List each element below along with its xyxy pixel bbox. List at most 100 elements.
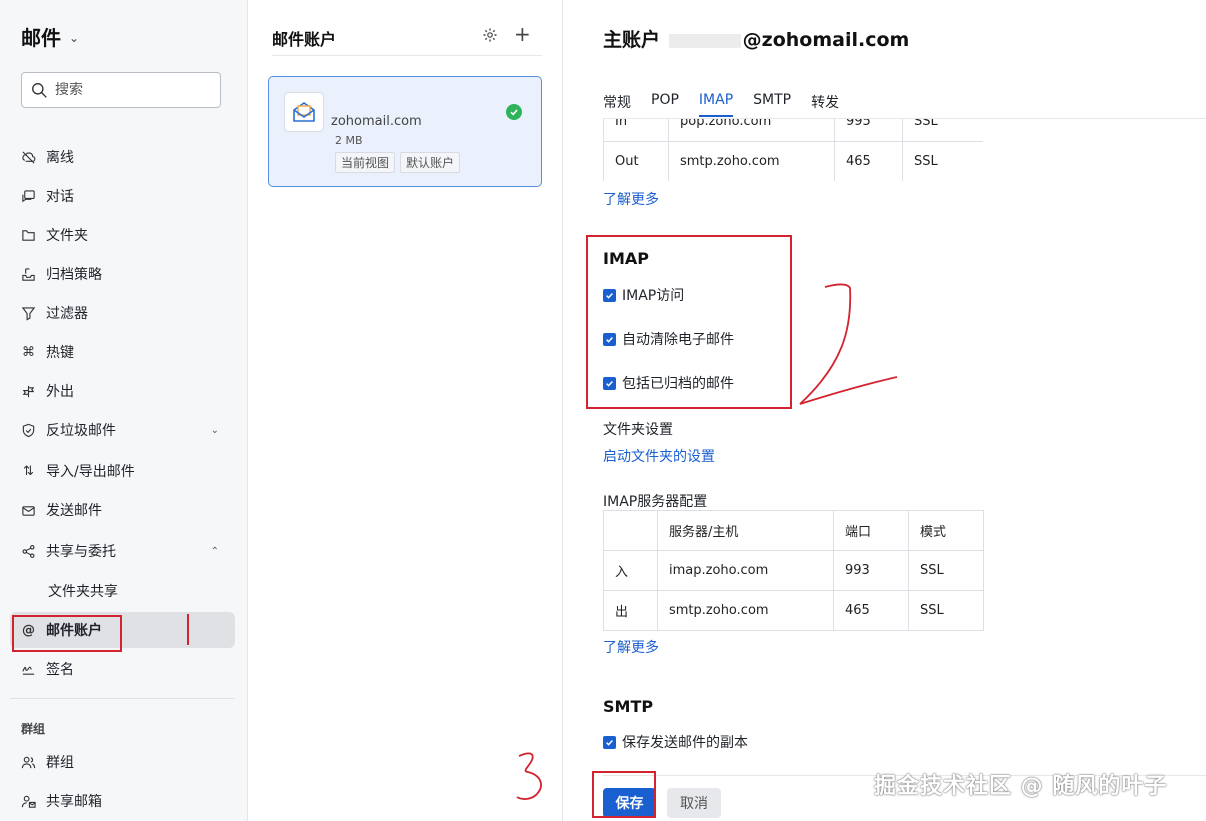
annotation-box-save bbox=[592, 771, 656, 818]
learn-more-link-imap[interactable]: 了解更多 bbox=[603, 637, 659, 657]
sidebar-item-import-export[interactable]: ⇅ 导入/导出邮件 bbox=[10, 453, 235, 489]
tab-pop[interactable]: POP bbox=[651, 92, 679, 117]
search-input[interactable] bbox=[55, 82, 205, 98]
account-card[interactable]: zohomail.com 2 MB 当前视图 默认账户 bbox=[268, 76, 542, 187]
settings-sidebar: 邮件 ⌄ 离线 对话 文件夹 归档策略 过滤器 bbox=[0, 0, 248, 821]
gear-icon[interactable] bbox=[482, 27, 498, 43]
folder-settings-link[interactable]: 启动文件夹的设置 bbox=[603, 446, 715, 466]
annotation-box-mail-accounts bbox=[12, 615, 122, 652]
page-title-prefix: 主账户 bbox=[603, 29, 661, 51]
sidebar-item-send-mail[interactable]: 发送邮件 bbox=[10, 492, 235, 528]
imap-server-config-label: IMAP服务器配置 bbox=[603, 494, 708, 510]
sidebar-item-label: 过滤器 bbox=[46, 306, 88, 322]
add-account-icon[interactable]: + bbox=[514, 22, 531, 46]
sidebar-item-label: 离线 bbox=[46, 150, 74, 166]
tag-current-view: 当前视图 bbox=[335, 152, 396, 173]
table-cell: SSL bbox=[902, 119, 983, 142]
table-cell: 入 bbox=[603, 550, 658, 591]
tab-general[interactable]: 常规 bbox=[603, 92, 631, 117]
sidebar-item-folder-sharing[interactable]: 文件夹共享 bbox=[10, 573, 235, 609]
table-header-cell bbox=[603, 510, 658, 551]
shield-icon bbox=[21, 423, 36, 438]
page-title: 主账户 @zohomail.com bbox=[603, 25, 909, 52]
table-cell: SSL bbox=[908, 590, 984, 631]
settings-tabs: 常规 POP IMAP SMTP 转发 bbox=[603, 92, 859, 117]
table-cell: pop.zoho.com bbox=[668, 119, 835, 142]
sidebar-item-label: 外出 bbox=[46, 384, 74, 400]
folder-settings-label: 文件夹设置 bbox=[603, 422, 673, 438]
learn-more-link-pop[interactable]: 了解更多 bbox=[603, 189, 659, 209]
sidebar-section-groups: 群组 bbox=[21, 722, 46, 736]
table-header-cell: 端口 bbox=[833, 510, 909, 551]
page-title-email: @zohomail.com bbox=[742, 29, 910, 51]
redacted-username bbox=[668, 33, 741, 48]
annotation-box-imap bbox=[586, 235, 792, 409]
sidebar-item-folder[interactable]: 文件夹 bbox=[10, 217, 235, 253]
sidebar-item-label: 反垃圾邮件 bbox=[46, 423, 116, 439]
table-header-cell: 模式 bbox=[908, 510, 984, 551]
tab-smtp[interactable]: SMTP bbox=[753, 92, 791, 117]
check-circle-icon bbox=[506, 104, 522, 120]
sidebar-item-groups[interactable]: 群组 bbox=[10, 744, 235, 780]
folder-icon bbox=[21, 228, 36, 243]
sidebar-item-label: 共享邮箱 bbox=[46, 794, 102, 810]
pop-server-table: In pop.zoho.com 995 SSL Out smtp.zoho.co… bbox=[603, 119, 983, 181]
sidebar-item-antispam[interactable]: 反垃圾邮件 ⌄ bbox=[10, 412, 235, 448]
chevron-up-icon: ⌃ bbox=[210, 545, 219, 557]
sidebar-item-label: 群组 bbox=[46, 755, 74, 771]
filter-icon bbox=[21, 306, 36, 321]
offline-icon bbox=[21, 150, 36, 165]
send-mail-icon bbox=[21, 503, 36, 518]
sidebar-item-share-delegate[interactable]: 共享与委托 ⌃ bbox=[10, 533, 235, 569]
archive-icon bbox=[21, 267, 36, 282]
table-row: 出 smtp.zoho.com 465 SSL bbox=[603, 590, 984, 631]
import-export-icon: ⇅ bbox=[23, 463, 34, 479]
search-box bbox=[21, 72, 221, 108]
sidebar-item-archive-policy[interactable]: 归档策略 bbox=[10, 256, 235, 292]
sidebar-item-signature[interactable]: 签名 bbox=[10, 651, 235, 687]
account-storage-size: 2 MB bbox=[335, 134, 363, 147]
table-cell: SSL bbox=[908, 550, 984, 591]
out-of-office-icon bbox=[21, 384, 36, 399]
sidebar-item-out-of-office[interactable]: 外出 bbox=[10, 373, 235, 409]
search-icon bbox=[32, 82, 47, 98]
sidebar-item-offline[interactable]: 离线 bbox=[10, 139, 235, 175]
account-settings-panel: 主账户 @zohomail.com 常规 POP IMAP SMTP 转发 In… bbox=[563, 0, 1206, 821]
sidebar-item-label: 签名 bbox=[46, 662, 74, 678]
checkbox-checked-icon bbox=[603, 735, 616, 749]
table-cell: 465 bbox=[833, 590, 909, 631]
sidebar-item-shared-mailbox[interactable]: 共享邮箱 bbox=[10, 783, 235, 819]
sidebar-divider bbox=[10, 698, 235, 699]
sidebar-item-label: 导入/导出邮件 bbox=[46, 464, 135, 480]
table-cell: In bbox=[603, 119, 669, 142]
app-window: 邮件 ⌄ 离线 对话 文件夹 归档策略 过滤器 bbox=[0, 0, 1206, 821]
table-row: In pop.zoho.com 995 SSL bbox=[603, 119, 983, 142]
save-sent-copy-checkbox[interactable]: 保存发送邮件的副本 bbox=[603, 732, 748, 752]
sidebar-item-conversation[interactable]: 对话 bbox=[10, 178, 235, 214]
table-cell: smtp.zoho.com bbox=[657, 590, 834, 631]
mail-app-switcher[interactable]: 邮件 ⌄ bbox=[21, 22, 79, 51]
group-icon bbox=[21, 755, 36, 770]
chevron-down-icon: ⌄ bbox=[69, 30, 80, 45]
sidebar-item-hotkeys[interactable]: ⌘ 热键 bbox=[10, 334, 235, 370]
sidebar-item-label: 对话 bbox=[46, 189, 74, 205]
tab-imap[interactable]: IMAP bbox=[698, 92, 734, 117]
table-cell: 出 bbox=[603, 590, 658, 631]
table-cell: imap.zoho.com bbox=[657, 550, 834, 591]
sidebar-item-label: 热键 bbox=[46, 345, 74, 361]
table-row: Out smtp.zoho.com 465 SSL bbox=[603, 141, 983, 181]
table-cell: SSL bbox=[902, 141, 983, 181]
tab-forwarding[interactable]: 转发 bbox=[811, 92, 839, 117]
accounts-panel-title: 邮件账户 bbox=[272, 30, 337, 49]
cancel-button[interactable]: 取消 bbox=[667, 788, 721, 818]
signature-icon bbox=[21, 662, 36, 677]
table-cell: 995 bbox=[834, 119, 903, 142]
table-row: 入 imap.zoho.com 993 SSL bbox=[603, 550, 984, 591]
share-icon bbox=[21, 544, 36, 559]
tag-default-account: 默认账户 bbox=[400, 152, 461, 173]
table-header-cell: 服务器/主机 bbox=[657, 510, 834, 551]
pop-server-table-viewport: In pop.zoho.com 995 SSL Out smtp.zoho.co… bbox=[603, 119, 983, 181]
sidebar-item-filters[interactable]: 过滤器 bbox=[10, 295, 235, 331]
account-tags: 当前视图 默认账户 bbox=[335, 152, 461, 173]
imap-server-table: 服务器/主机 端口 模式 入 imap.zoho.com 993 SSL 出 s… bbox=[603, 510, 984, 631]
